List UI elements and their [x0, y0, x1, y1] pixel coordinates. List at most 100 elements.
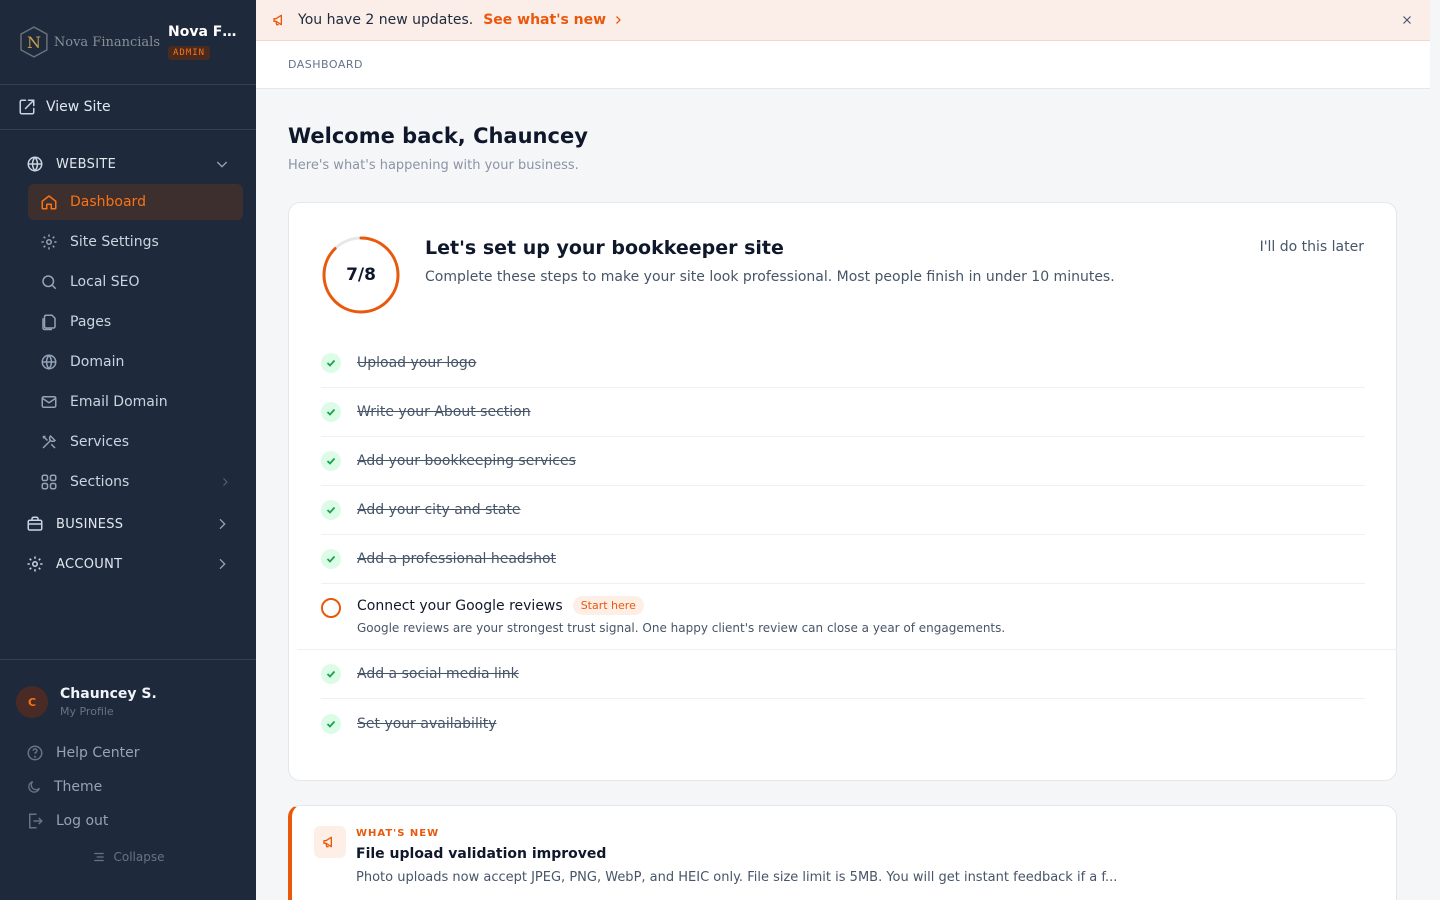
sidebar-item-site-settings[interactable]: Site Settings	[28, 224, 243, 260]
setup-subtitle: Complete these steps to make your site l…	[425, 269, 1115, 285]
whats-new-title: File upload validation improved	[356, 846, 607, 862]
chevron-right-icon	[219, 518, 226, 530]
brand-header: N Nova Financials Nova Fin... ADMIN	[0, 0, 256, 85]
view-site-link[interactable]: View Site	[0, 85, 256, 130]
sidebar-item-label: Site Settings	[70, 234, 159, 250]
page-subtitle: Here's what's happening with your busine…	[288, 158, 579, 173]
help-center-link[interactable]: Help Center	[0, 736, 256, 770]
step-item-active[interactable]: Connect your Google reviews Start here G…	[297, 584, 1397, 650]
chevron-down-icon	[216, 161, 228, 168]
external-link-icon	[19, 99, 35, 115]
check-icon	[321, 664, 341, 684]
profile-name: Chauncey S.	[60, 686, 157, 702]
theme-toggle[interactable]: Theme	[0, 770, 256, 804]
sidebar-item-label: Local SEO	[70, 274, 140, 290]
nav-group-label: BUSINESS	[56, 516, 124, 532]
whats-new-kicker: WHAT'S NEW	[356, 828, 440, 839]
banner-message: You have 2 new updates.	[298, 12, 474, 28]
nav-group-label: WEBSITE	[56, 156, 117, 172]
updates-banner: You have 2 new updates. See what's new	[256, 0, 1430, 41]
check-icon	[321, 713, 341, 734]
collapse-label: Collapse	[113, 850, 165, 864]
check-icon	[321, 451, 341, 471]
brand-logo[interactable]: N Nova Financials	[20, 26, 160, 58]
step-item[interactable]: Upload your logo	[321, 339, 1365, 388]
sidebar-item-label: Pages	[70, 314, 112, 330]
whats-new-card[interactable]: WHAT'S NEW File upload validation improv…	[288, 805, 1397, 900]
step-item[interactable]: Write your About section	[321, 388, 1365, 437]
briefcase-icon	[27, 516, 43, 531]
sidebar-footer: C Chauncey S. My Profile Help Center The…	[0, 659, 256, 900]
search-icon	[42, 275, 57, 290]
avatar: C	[16, 686, 48, 718]
chevron-right-icon	[223, 478, 228, 486]
sidebar: N Nova Financials Nova Fin... ADMIN View…	[0, 0, 256, 900]
nav-group-account[interactable]: ACCOUNT	[0, 544, 256, 584]
setup-steps: Upload your logo Write your About sectio…	[297, 339, 1397, 748]
logout-link[interactable]: Log out	[0, 804, 256, 838]
theme-label: Theme	[54, 779, 103, 795]
sidebar-item-label: Domain	[70, 354, 125, 370]
sidebar-item-local-seo[interactable]: Local SEO	[28, 264, 243, 300]
check-icon	[321, 549, 341, 569]
step-item[interactable]: Add your city and state	[321, 486, 1365, 535]
nav-group-website[interactable]: WEBSITE	[0, 144, 256, 184]
close-icon[interactable]	[1400, 13, 1414, 27]
tools-icon	[42, 434, 57, 449]
sidebar-item-email-domain[interactable]: Email Domain	[28, 384, 243, 420]
step-item[interactable]: Add your bookkeeping services	[321, 437, 1365, 486]
help-center-label: Help Center	[56, 745, 140, 761]
chevron-right-icon	[219, 558, 226, 570]
logo-text: Nova Financials	[53, 34, 160, 50]
step-label: Add your city and state	[357, 502, 521, 518]
role-badge: ADMIN	[168, 46, 211, 60]
help-icon	[27, 745, 43, 761]
collapse-button[interactable]: Collapse	[0, 850, 256, 864]
step-description: Google reviews are your strongest trust …	[357, 621, 1006, 635]
gear-icon	[41, 234, 57, 250]
gear-icon	[27, 556, 43, 572]
step-item[interactable]: Add a professional headshot	[321, 535, 1365, 584]
breadcrumb-item: DASHBOARD	[288, 58, 364, 71]
start-here-badge: Start here	[572, 596, 644, 615]
logout-label: Log out	[56, 813, 109, 829]
welcome-header: Welcome back, Chauncey Here's what's hap…	[288, 124, 588, 173]
sidebar-item-label: Dashboard	[70, 194, 146, 210]
step-label: Add a social media link	[357, 666, 519, 682]
step-label: Add your bookkeeping services	[357, 453, 576, 469]
globe-icon	[41, 354, 57, 370]
step-label: Write your About section	[357, 404, 531, 420]
sidebar-item-label: Services	[70, 434, 130, 450]
see-whats-new-label: See what's new	[483, 12, 607, 28]
check-icon	[321, 500, 341, 520]
page-title: Welcome back, Chauncey	[288, 124, 588, 148]
sidebar-nav: WEBSITE Dashboard Site Settings Local SE…	[0, 130, 256, 584]
sidebar-item-pages[interactable]: Pages	[28, 304, 243, 340]
profile-subtitle: My Profile	[60, 705, 114, 718]
svg-text:N: N	[27, 33, 41, 52]
whats-new-description: Photo uploads now accept JPEG, PNG, WebP…	[356, 870, 1118, 885]
globe-icon	[27, 156, 43, 172]
step-item[interactable]: Add a social media link	[321, 650, 1365, 699]
profile-link[interactable]: C Chauncey S. My Profile	[0, 660, 256, 718]
brand-name: Nova Fin...	[168, 24, 238, 40]
step-item[interactable]: Set your availability	[321, 699, 1365, 748]
breadcrumb: DASHBOARD	[256, 41, 1430, 89]
setup-title: Let's set up your bookkeeper site	[425, 237, 784, 259]
sidebar-item-dashboard[interactable]: Dashboard	[28, 184, 243, 220]
see-whats-new-link[interactable]: See what's new	[483, 12, 624, 28]
collapse-icon	[93, 852, 104, 862]
sidebar-item-domain[interactable]: Domain	[28, 344, 243, 380]
view-site-label: View Site	[46, 99, 111, 115]
logo-icon: N	[20, 26, 48, 58]
do-later-button[interactable]: I'll do this later	[1260, 239, 1364, 255]
nav-group-business[interactable]: BUSINESS	[0, 504, 256, 544]
megaphone-icon	[314, 826, 346, 858]
check-icon	[321, 402, 341, 422]
home-icon	[41, 195, 57, 210]
step-label: Set your availability	[357, 715, 497, 732]
sidebar-item-sections[interactable]: Sections	[28, 464, 243, 500]
pages-icon	[42, 314, 56, 331]
sidebar-item-services[interactable]: Services	[28, 424, 243, 460]
progress-ring: 7/8	[321, 235, 401, 315]
